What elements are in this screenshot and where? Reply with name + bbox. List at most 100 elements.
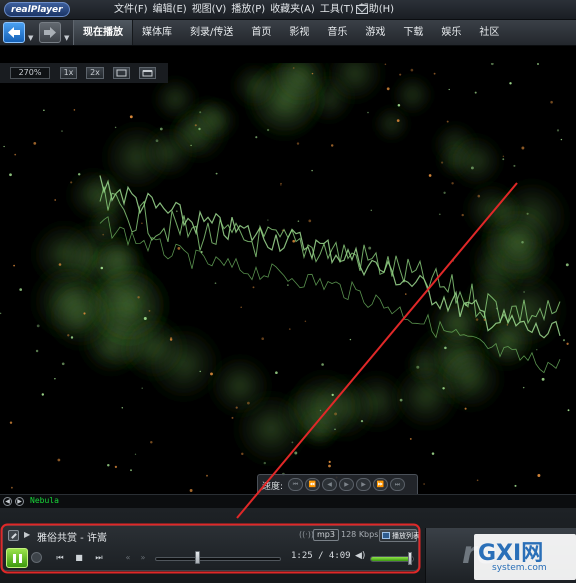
back-button[interactable] [3,22,25,43]
sparkle-dot [54,378,56,380]
sparkle-dot [565,263,569,267]
sparkle-dot [292,67,295,69]
stop-button[interactable]: ■ [72,552,86,564]
edit-icon[interactable] [8,530,19,541]
sparkle-dot [483,318,486,321]
site-watermark: GXI网 system.com [474,534,576,580]
fullscreen-button[interactable] [113,67,130,79]
sparkle-dot [405,293,407,295]
sparkle-dot [107,463,110,467]
menu-favorites[interactable]: 收藏夹(A) [270,3,315,17]
sparkle-dot [397,103,401,107]
app-logo: realPlayer [4,2,70,17]
sparkle-dot [330,144,334,147]
sparkle-dot [537,474,541,477]
sparkle-dot [155,139,159,143]
theater-mode-button[interactable] [139,67,156,79]
sparkle-dot [210,372,213,376]
tab-0[interactable]: 现在播放 [73,20,133,45]
sparkle-dot [502,158,505,161]
speed-fastest-button[interactable]: ⏭ [390,478,405,491]
menu-view[interactable]: 视图(V) [192,3,227,17]
tab-1[interactable]: 媒体库 [133,20,181,45]
sparkle-dot [261,337,265,341]
seek-bar[interactable] [155,557,281,561]
speed-panel: 速度: ⏮ ⏪ ◀ ▶ ▶ ⏩ ⏭ [257,474,418,494]
sparkle-dot [199,111,202,114]
sparkle-dot [14,153,17,156]
back-dropdown-icon[interactable]: ▼ [28,34,33,42]
menu-edit[interactable]: 编辑(E) [153,3,187,17]
sparkle-dot [367,111,369,114]
tab-9[interactable]: 社区 [470,20,508,45]
nebula-cloud [192,96,241,145]
fast-forward-button[interactable]: » [136,552,150,564]
pause-icon [13,554,16,563]
playlist-button[interactable]: 播放列表 [379,529,420,542]
menu-file[interactable]: 文件(F) [114,3,148,17]
tab-6[interactable]: 游戏 [356,20,394,45]
watermark-url: system.com [492,563,547,573]
sparkle-dot [3,145,5,148]
mail-icon[interactable] [356,5,368,14]
sparkle-dot [61,362,65,366]
sparkle-dot [319,409,322,412]
nebula-cloud [485,192,524,231]
speed-normal-button[interactable]: ▶ [339,478,354,491]
speed-faster-button[interactable]: ⏩ [373,478,388,491]
speed-slowest-button[interactable]: ⏮ [288,478,303,491]
pause-button[interactable] [6,548,28,568]
record-icon[interactable] [31,552,42,563]
next-viz-icon[interactable]: ▶ [15,497,24,506]
sparkle-dot [443,191,446,194]
speed-fast-button[interactable]: ▶ [356,478,371,491]
sparkle-dot [536,349,538,351]
menu-play[interactable]: 播放(P) [231,3,265,17]
sparkle-dot [169,337,173,340]
arrow-right-icon [44,27,56,38]
volume-icon[interactable]: ◀) [355,551,365,561]
zoom-2x-button[interactable]: 2x [86,67,104,79]
sparkle-dot [241,452,244,456]
visualization-name: Nebula [30,496,59,505]
zoom-1x-button[interactable]: 1x [60,67,77,79]
sparkle-dot [36,324,40,328]
sparkle-dot [67,334,70,337]
sparkle-dot [566,342,569,345]
seek-thumb[interactable] [194,551,200,564]
tab-5[interactable]: 音乐 [318,20,356,45]
tab-3[interactable]: 首页 [242,20,280,45]
sparkle-dot [334,412,338,416]
tab-8[interactable]: 娱乐 [432,20,470,45]
speed-slower-button[interactable]: ⏪ [305,478,320,491]
speed-slow-button[interactable]: ◀ [322,478,337,491]
sparkle-dot [409,437,412,440]
previous-button[interactable]: ⏮ [53,552,67,564]
now-playing-icon: ▶ [24,530,31,539]
volume-thumb[interactable] [408,552,413,565]
forward-button[interactable] [39,22,61,43]
sparkle-dot [513,164,516,167]
video-area[interactable] [0,63,576,494]
rewind-button[interactable]: « [121,552,135,564]
sparkle-dot [541,377,545,381]
sparkle-dot [328,460,331,463]
sparkle-dot [280,184,282,186]
tab-2[interactable]: 刻录/传送 [181,20,242,45]
sparkle-dot [58,263,62,266]
menu-tools[interactable]: 工具(T) [320,3,354,17]
sparkle-dot [231,416,234,419]
tab-7[interactable]: 下载 [394,20,432,45]
tab-4[interactable]: 影视 [280,20,318,45]
forward-dropdown-icon[interactable]: ▼ [64,34,69,42]
sparkle-dot [560,138,563,141]
sparkle-dot [143,317,147,320]
volume-fill [371,557,410,561]
volume-slider[interactable] [370,556,414,562]
nav-tabs: 现在播放 媒体库 刻录/传送 首页 影视 音乐 游戏 下载 娱乐 社区 [73,20,508,45]
sparkle-dot [522,386,525,389]
prev-viz-icon[interactable]: ◀ [3,497,12,506]
next-button[interactable]: ⏭ [92,552,106,564]
signal-icon: ((·)) [299,530,315,539]
transport-panel: ▶ 雅俗共赏 - 许嵩 ((·)) mp3 128 Kbps 播放列表 ⏮ ■ … [2,525,420,571]
